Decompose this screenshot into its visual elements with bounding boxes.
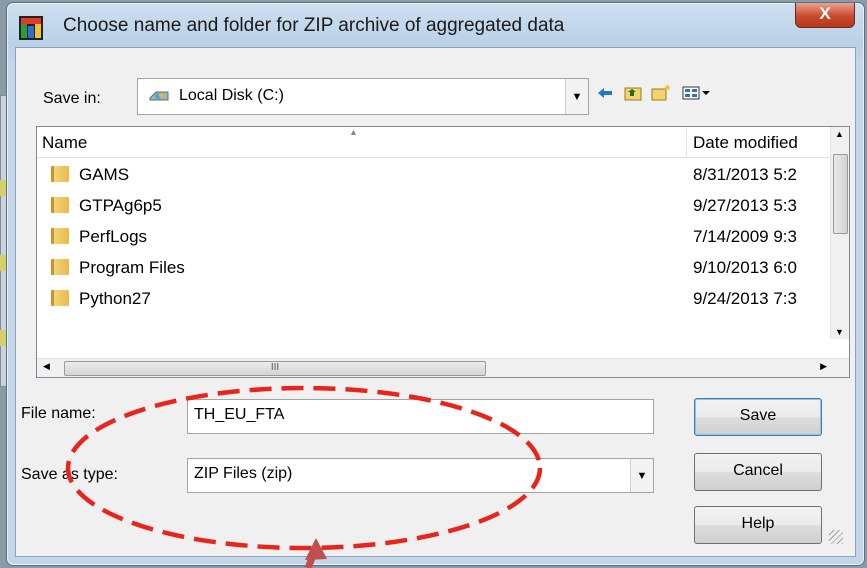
- annotation-arrow: [304, 538, 327, 568]
- annotation-overlay: [65, 385, 543, 568]
- annotation-dashed-ellipse: [65, 385, 543, 551]
